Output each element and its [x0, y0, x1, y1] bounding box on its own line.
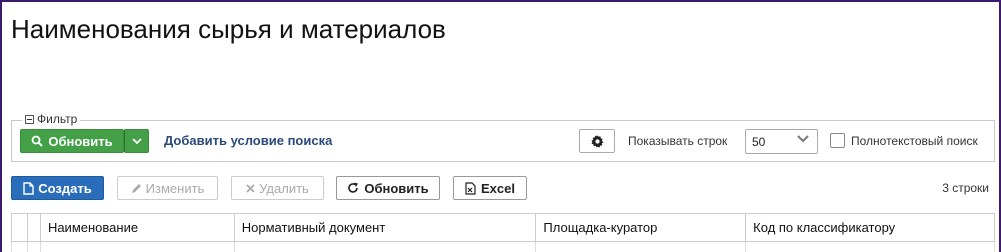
- chevron-down-icon: [131, 137, 142, 145]
- rows-count: 3 строки: [942, 181, 989, 195]
- table-cell: [11, 241, 28, 252]
- filter-legend-label: Фильтр: [37, 112, 78, 126]
- table-cell: [39, 241, 235, 252]
- column-header-site[interactable]: Площадка-куратор: [535, 213, 747, 242]
- edit-button[interactable]: Изменить: [117, 176, 218, 200]
- rows-per-page-label: Показывать строк: [628, 134, 728, 148]
- column-header-document[interactable]: Нормативный документ: [233, 213, 537, 242]
- filter-toggle[interactable]: Фильтр: [22, 112, 81, 126]
- header-expand: [11, 213, 28, 242]
- fulltext-label[interactable]: Полнотекстовый поиск: [851, 134, 978, 148]
- filter-refresh-label: Обновить: [48, 133, 113, 149]
- table-cell: [26, 241, 41, 252]
- table-cell: [233, 241, 537, 252]
- refresh-label: Обновить: [364, 180, 429, 196]
- column-header-code[interactable]: Код по классификатору: [745, 213, 995, 242]
- excel-label: Excel: [481, 180, 515, 196]
- close-icon: [246, 183, 255, 193]
- pencil-icon: [131, 183, 142, 194]
- excel-file-icon: [465, 181, 476, 195]
- rows-per-page-value: 50: [752, 134, 766, 149]
- create-label: Создать: [38, 180, 92, 196]
- filter-refresh-dropdown[interactable]: [124, 129, 149, 153]
- header-select[interactable]: [26, 213, 41, 242]
- table-cell: [535, 241, 747, 252]
- materials-table: Наименование Нормативный документ Площад…: [11, 213, 995, 252]
- filter-panel: [11, 120, 995, 162]
- edit-label: Изменить: [145, 180, 205, 196]
- table-row[interactable]: [11, 241, 995, 252]
- chevron-down-icon: [797, 135, 809, 143]
- collapse-icon: [25, 114, 34, 124]
- search-icon: [31, 135, 44, 147]
- refresh-icon: [347, 182, 359, 194]
- table-cell: [745, 241, 995, 252]
- page-title: Наименования сырья и материалов: [11, 14, 446, 44]
- settings-button[interactable]: [579, 129, 615, 153]
- fulltext-checkbox[interactable]: [830, 133, 845, 148]
- gear-icon: [590, 134, 604, 148]
- delete-label: Удалить: [259, 180, 309, 196]
- add-condition-link[interactable]: Добавить условие поиска: [164, 133, 332, 148]
- table-header-row: Наименование Нормативный документ Площад…: [11, 213, 995, 242]
- filter-refresh-button[interactable]: Обновить: [20, 129, 124, 153]
- column-header-name[interactable]: Наименование: [39, 213, 235, 242]
- rows-per-page-select[interactable]: 50: [745, 129, 818, 154]
- excel-export-button[interactable]: Excel: [453, 176, 527, 200]
- delete-button[interactable]: Удалить: [231, 176, 324, 200]
- create-button[interactable]: Создать: [11, 176, 104, 200]
- refresh-button[interactable]: Обновить: [336, 176, 440, 200]
- document-icon: [23, 181, 34, 195]
